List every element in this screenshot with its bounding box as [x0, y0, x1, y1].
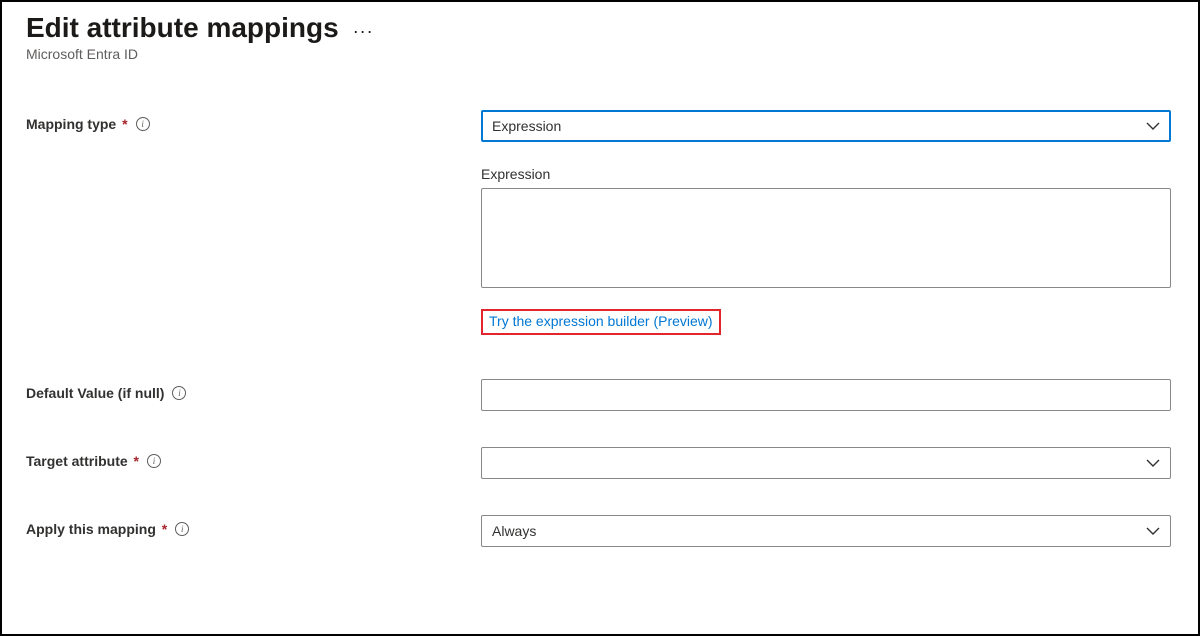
default-value-input[interactable]: [481, 379, 1171, 411]
page-title: Edit attribute mappings: [26, 12, 339, 44]
required-marker: *: [122, 116, 127, 132]
apply-mapping-select[interactable]: Always: [481, 515, 1171, 547]
mapping-type-select[interactable]: Expression: [481, 110, 1171, 142]
control-col: Expression Expression Try the expression…: [481, 110, 1171, 335]
row-target-attribute: Target attribute * i: [26, 447, 1174, 479]
mapping-type-label-text: Mapping type: [26, 116, 116, 132]
expression-label: Expression: [481, 166, 1171, 182]
default-value-label: Default Value (if null): [26, 385, 164, 401]
info-icon[interactable]: i: [175, 522, 189, 536]
label-col: Apply this mapping * i: [26, 515, 481, 537]
info-icon[interactable]: i: [136, 117, 150, 131]
required-marker: *: [162, 521, 167, 537]
info-icon[interactable]: i: [147, 454, 161, 468]
target-attribute-label: Target attribute *: [26, 453, 139, 469]
info-icon[interactable]: i: [172, 386, 186, 400]
apply-mapping-label: Apply this mapping *: [26, 521, 167, 537]
mapping-type-value: Expression: [492, 118, 561, 134]
page-header: Edit attribute mappings ···: [26, 12, 1174, 44]
control-col: [481, 379, 1171, 411]
required-marker: *: [134, 453, 139, 469]
edit-attribute-mappings-panel: Edit attribute mappings ··· Microsoft En…: [0, 0, 1200, 636]
label-col: Default Value (if null) i: [26, 379, 481, 401]
chevron-down-icon: [1146, 456, 1160, 470]
expression-builder-link-highlight: Try the expression builder (Preview): [481, 309, 721, 335]
control-col: Always: [481, 515, 1171, 547]
apply-mapping-label-text: Apply this mapping: [26, 521, 156, 537]
row-default-value: Default Value (if null) i: [26, 379, 1174, 411]
label-col: Mapping type * i: [26, 110, 481, 132]
page-subtitle: Microsoft Entra ID: [26, 46, 1174, 62]
expression-builder-link[interactable]: Try the expression builder (Preview): [489, 313, 713, 329]
target-attribute-select[interactable]: [481, 447, 1171, 479]
row-mapping-type: Mapping type * i Expression Expression T…: [26, 110, 1174, 335]
control-col: [481, 447, 1171, 479]
target-attribute-label-text: Target attribute: [26, 453, 128, 469]
chevron-down-icon: [1146, 524, 1160, 538]
mapping-type-label: Mapping type *: [26, 116, 128, 132]
chevron-down-icon: [1146, 119, 1160, 133]
more-options-button[interactable]: ···: [353, 15, 374, 42]
apply-mapping-value: Always: [492, 523, 536, 539]
label-col: Target attribute * i: [26, 447, 481, 469]
expression-textarea[interactable]: [481, 188, 1171, 288]
row-apply-mapping: Apply this mapping * i Always: [26, 515, 1174, 547]
